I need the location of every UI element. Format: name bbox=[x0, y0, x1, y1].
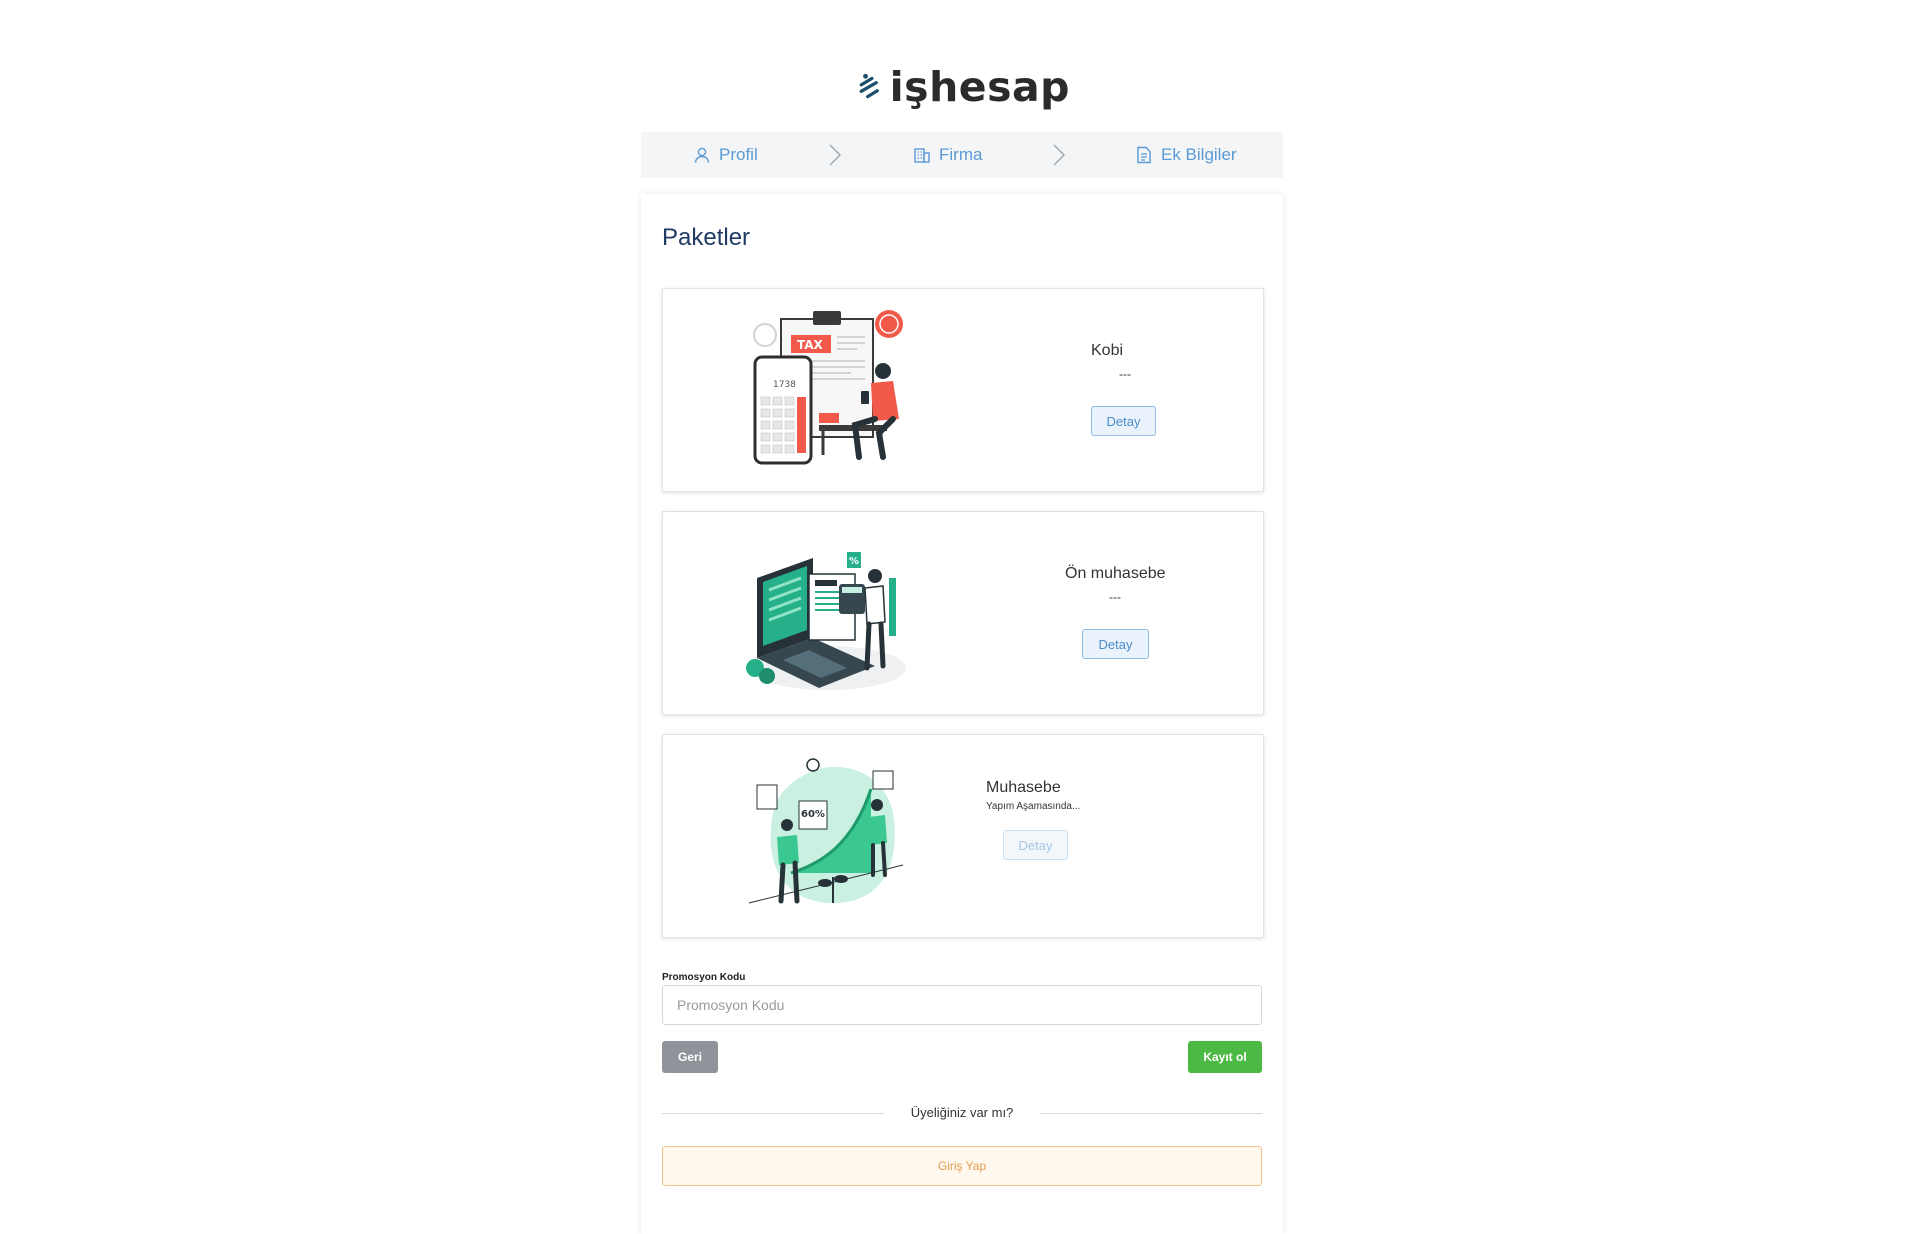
promo-code-label: Promosyon Kodu bbox=[662, 972, 746, 983]
svg-text:TAX: TAX bbox=[797, 338, 824, 352]
divider-right bbox=[1040, 1113, 1262, 1114]
package-name: Kobi bbox=[1091, 342, 1124, 359]
svg-text:%: % bbox=[849, 556, 859, 567]
chevron-right-icon bbox=[829, 144, 841, 166]
package-card-on-muhasebe[interactable]: % Ön muhasebe --- Detay bbox=[662, 511, 1264, 715]
back-button[interactable]: Geri bbox=[662, 1041, 718, 1073]
svg-text:60%: 60% bbox=[801, 809, 825, 820]
package-card-muhasebe[interactable]: 60% Muhasebe Yapım Aşamasında... Detay bbox=[662, 734, 1264, 938]
package-card-kobi[interactable]: TAX 1738 Kobi --- Detay bbox=[662, 288, 1264, 492]
step-label: Firma bbox=[939, 145, 983, 164]
page-title: Paketler bbox=[662, 224, 751, 251]
brand-logo: işhesap bbox=[858, 56, 1070, 118]
detail-button-kobi[interactable]: Detay bbox=[1091, 406, 1156, 436]
package-subtitle: --- bbox=[1109, 590, 1121, 604]
package-subtitle: --- bbox=[1119, 367, 1131, 381]
divider-left bbox=[662, 1113, 884, 1114]
step-ek-bilgiler[interactable]: Ek Bilgiler bbox=[1135, 132, 1237, 178]
step-firma[interactable]: Firma bbox=[913, 132, 982, 178]
detail-button-muhasebe: Detay bbox=[1003, 830, 1068, 860]
chevron-right-icon bbox=[1053, 144, 1065, 166]
package-name: Muhasebe bbox=[986, 779, 1061, 796]
step-label: Profil bbox=[719, 145, 758, 164]
detail-button-on-muhasebe[interactable]: Detay bbox=[1082, 629, 1149, 659]
login-button[interactable]: Giriş Yap bbox=[662, 1146, 1262, 1186]
tax-calculator-illustration: TAX 1738 bbox=[753, 310, 903, 465]
package-name: Ön muhasebe bbox=[1065, 565, 1166, 582]
laptop-invoice-illustration: % bbox=[746, 552, 906, 690]
login-prompt: Üyeliğiniz var mı? bbox=[910, 1105, 1014, 1120]
growth-chart-illustration: 60% bbox=[748, 758, 904, 904]
building-icon bbox=[914, 148, 930, 163]
step-profil[interactable]: Profil bbox=[693, 132, 758, 178]
registration-stepper: Profil Firma Ek Bilgiler bbox=[641, 132, 1283, 178]
promo-code-input[interactable] bbox=[662, 985, 1262, 1025]
brand-logo-icon bbox=[859, 73, 879, 99]
register-button[interactable]: Kayıt ol bbox=[1188, 1041, 1262, 1073]
document-icon bbox=[1137, 146, 1151, 164]
package-subtitle: Yapım Aşamasında... bbox=[986, 801, 1081, 812]
step-label: Ek Bilgiler bbox=[1161, 145, 1237, 164]
brand-name: işhesap bbox=[889, 63, 1070, 111]
user-icon bbox=[694, 147, 710, 163]
svg-text:1738: 1738 bbox=[773, 380, 796, 390]
